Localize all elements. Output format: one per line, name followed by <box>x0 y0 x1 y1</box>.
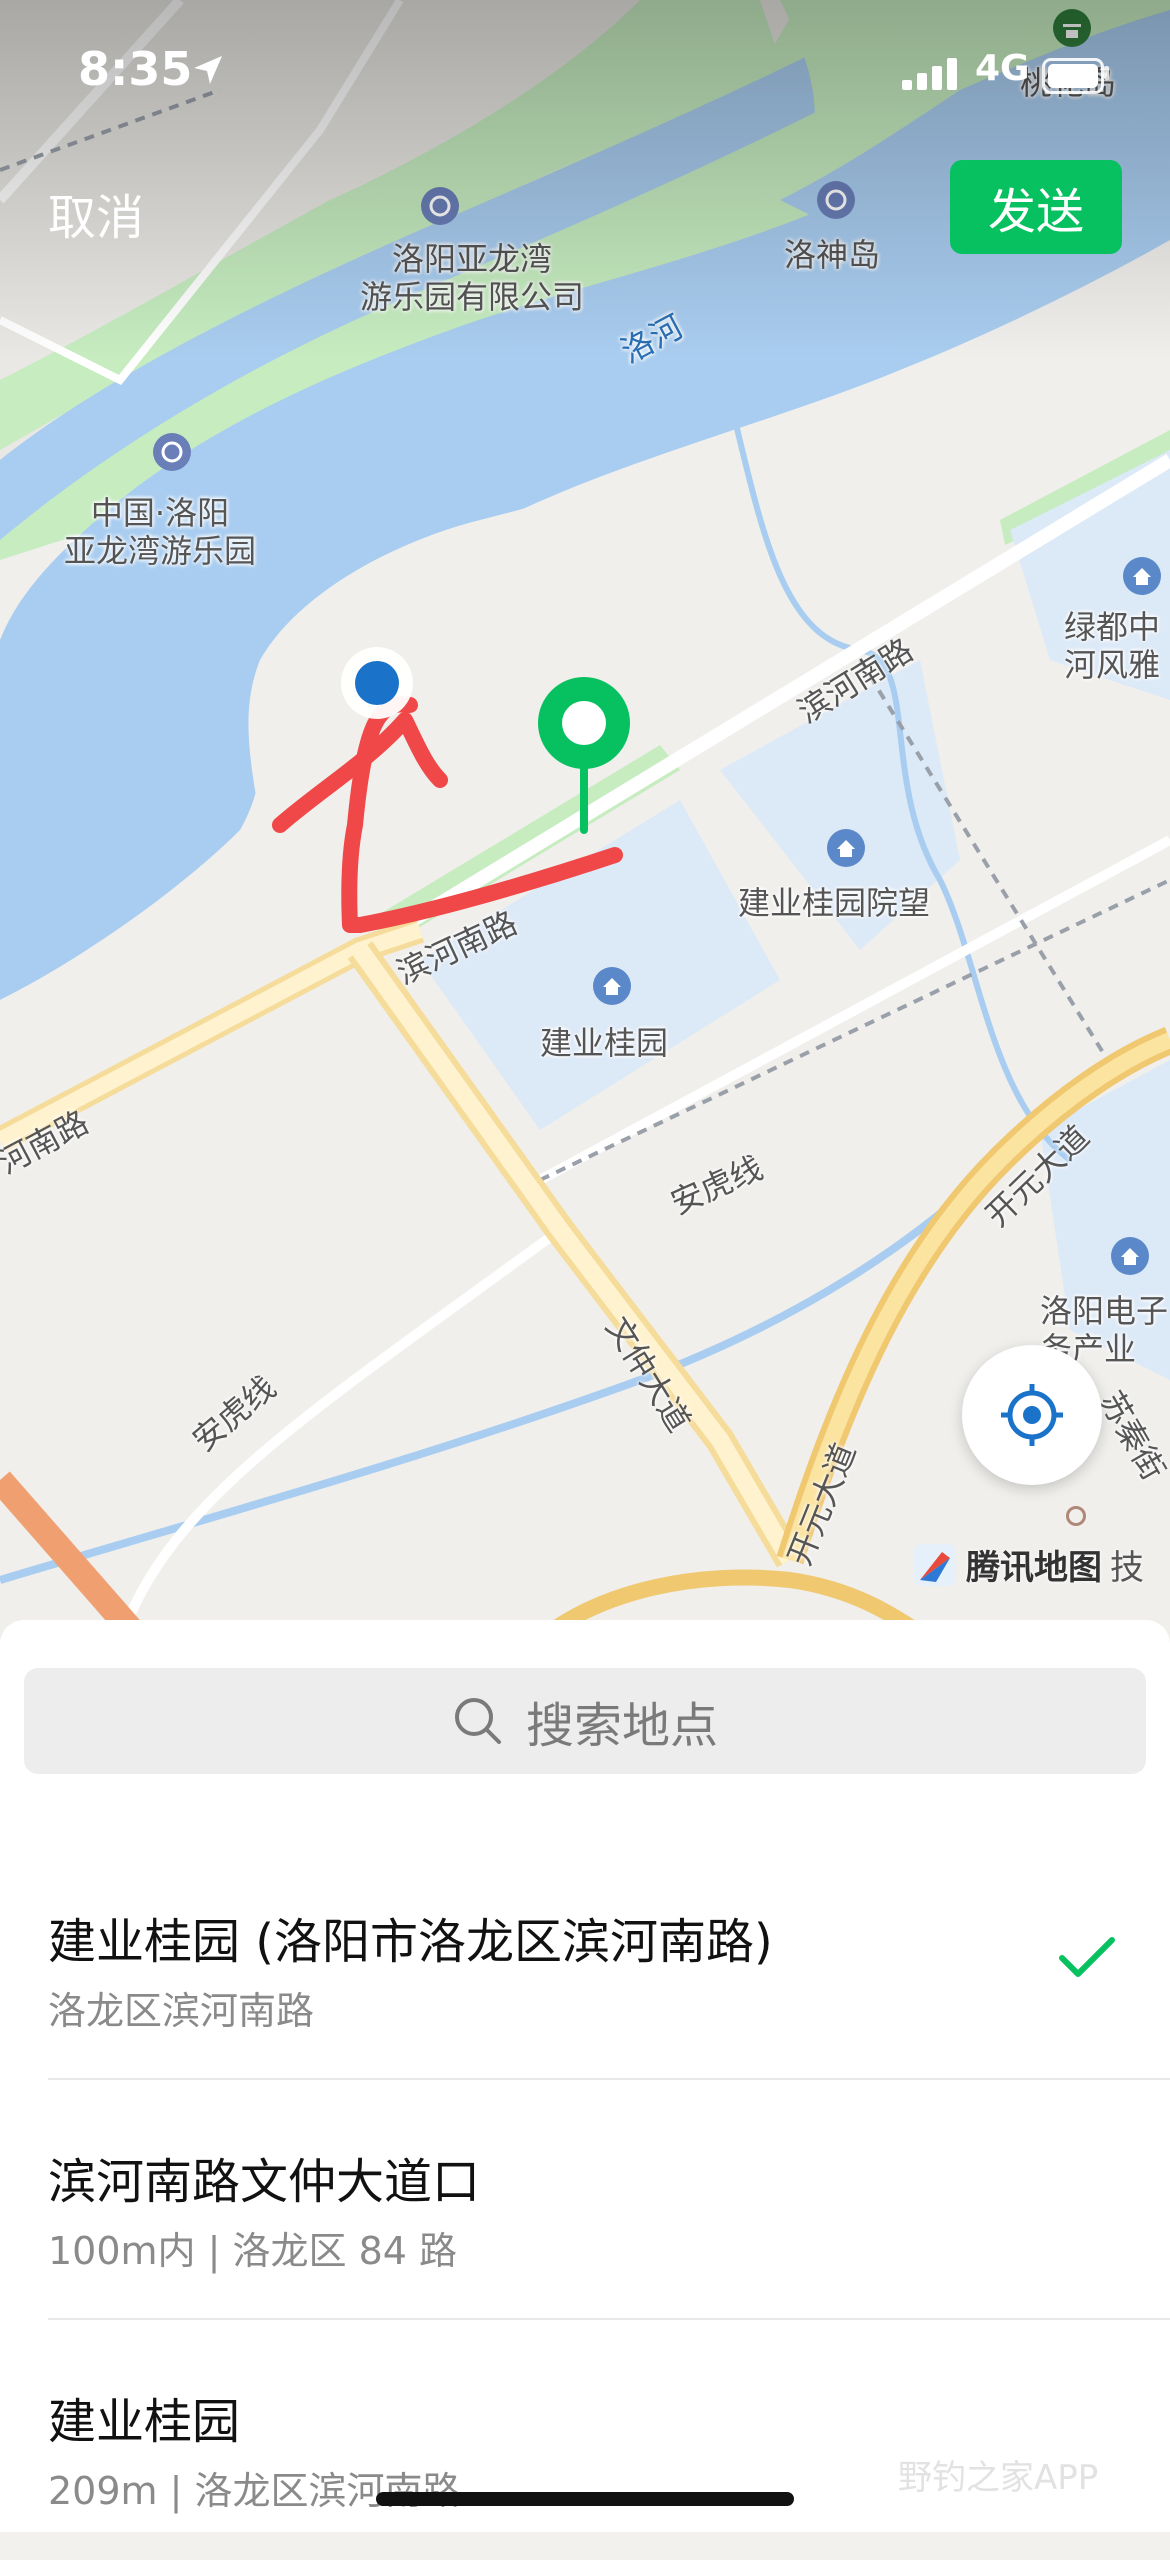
ferris-wheel-icon <box>152 432 192 480</box>
network-type: 4G <box>975 48 1030 89</box>
place-item[interactable]: 建业桂园 (洛阳市洛龙区滨河南路) 洛龙区滨河南路 <box>0 1840 1170 2080</box>
home-icon <box>1122 556 1162 604</box>
watermark: 野钓之家APP <box>898 2458 1099 2498</box>
map-logo-text: 腾讯地图 <box>966 1548 1102 1588</box>
home-icon <box>592 966 632 1014</box>
map-provider-logo: 腾讯地图 技 <box>912 1540 1144 1589</box>
poi-label-park[interactable]: 中国·洛阳 亚龙湾游乐园 <box>64 494 256 570</box>
search-placeholder: 搜索地点 <box>525 1698 718 1754</box>
tencent-map-logo-icon <box>914 1543 956 1586</box>
poi-label-luoshendao[interactable]: 洛神岛 <box>784 236 880 274</box>
poi-label-guiyuan[interactable]: 建业桂园 <box>540 1024 668 1062</box>
home-icon <box>1110 1236 1150 1284</box>
location-arrow-icon <box>194 56 222 84</box>
search-icon <box>454 1698 501 1744</box>
place-subtitle: 100m内 | 洛龙区 84 路 <box>48 2229 458 2273</box>
place-item[interactable]: 建业桂园 209m | 洛龙区滨河南路 <box>0 2320 1170 2560</box>
place-item[interactable]: 滨河南路文仲大道口 100m内 | 洛龙区 84 路 <box>0 2080 1170 2320</box>
locate-me-button[interactable] <box>962 1345 1102 1485</box>
battery-cap <box>1104 66 1109 80</box>
checkmark-icon <box>1059 1937 1115 1977</box>
battery-icon <box>1042 58 1104 94</box>
status-bar: 8:35 4G <box>0 0 1170 140</box>
poi-label-yalongwan[interactable]: 洛阳亚龙湾 游乐园有限公司 <box>360 240 584 316</box>
poi-label-lvdu[interactable]: 绿都中 河风雅 <box>1064 608 1160 684</box>
place-title: 建业桂园 <box>48 2394 241 2450</box>
status-time: 8:35 <box>78 42 193 96</box>
place-title: 建业桂园 (洛阳市洛龙区滨河南路) <box>48 1914 773 1970</box>
cancel-button[interactable]: 取消 <box>48 178 144 248</box>
map-logo-suffix: 技 <box>1110 1548 1144 1588</box>
send-button[interactable]: 发送 <box>950 160 1122 254</box>
home-indicator[interactable] <box>376 2492 794 2506</box>
place-picker-sheet: 搜索地点 建业桂园 (洛阳市洛龙区滨河南路) 洛龙区滨河南路 滨河南路文仲大道口… <box>0 1620 1170 2532</box>
poi-dot <box>1066 1506 1086 1526</box>
place-subtitle: 洛龙区滨河南路 <box>48 1989 315 2033</box>
poi-icon-wheel <box>420 186 460 234</box>
crosshair-icon <box>1001 1384 1063 1446</box>
search-input[interactable]: 搜索地点 <box>24 1668 1146 1774</box>
place-subtitle: 209m | 洛龙区滨河南路 <box>48 2469 461 2513</box>
my-location-marker <box>341 647 413 719</box>
ferris-wheel-icon <box>816 180 856 228</box>
signal-icon <box>902 58 957 90</box>
home-icon <box>826 828 866 876</box>
poi-label-guiyuan-yuanwang[interactable]: 建业桂园院望 <box>738 884 930 922</box>
place-title: 滨河南路文仲大道口 <box>48 2154 481 2210</box>
